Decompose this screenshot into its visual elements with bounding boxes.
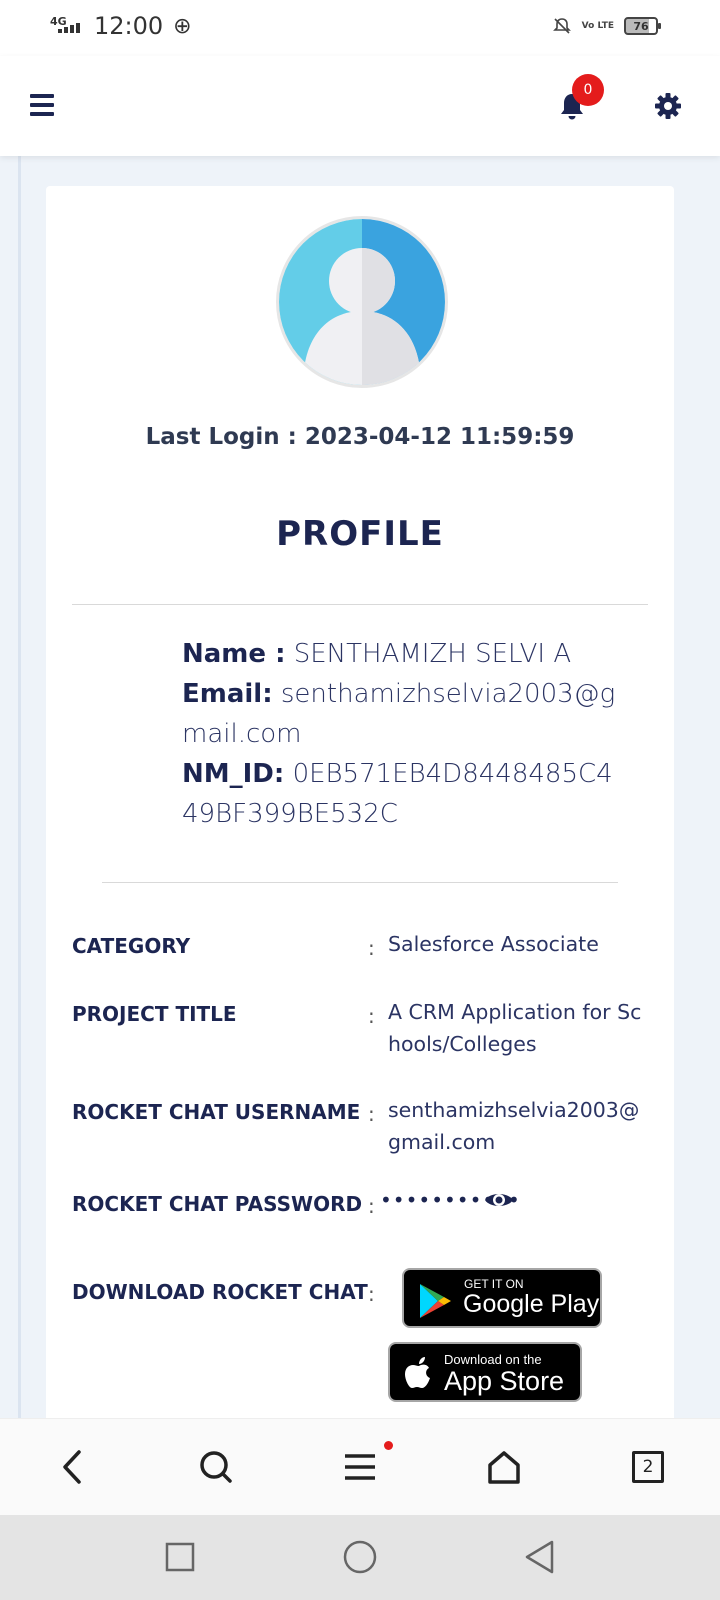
battery-icon: 76 [624, 17, 661, 35]
app-header: 0 [0, 56, 720, 156]
back-icon[interactable] [50, 1445, 94, 1489]
tabs-menu-icon[interactable] [338, 1445, 382, 1489]
tab-count: 2 [632, 1451, 664, 1483]
user-avatar-icon [279, 219, 445, 385]
browser-toolbar: 2 [0, 1418, 720, 1515]
profile-info: Name : SENTHAMIZH SELVI A Email: sentham… [182, 634, 622, 834]
notification-dot [384, 1441, 393, 1450]
signal-icon: 4G [50, 13, 84, 39]
status-left: 4G 12:00 ⊕ [50, 12, 192, 40]
app-store-small-text: Download on the [444, 1352, 542, 1367]
separator: : [368, 1102, 375, 1126]
search-icon[interactable] [194, 1445, 238, 1489]
google-play-button[interactable]: GET IT ON Google Play [402, 1268, 602, 1328]
home-circle-icon[interactable] [338, 1535, 382, 1579]
category-value: Salesforce Associate [388, 932, 599, 956]
name-label: Name : [182, 639, 286, 669]
system-nav-bar [0, 1515, 720, 1600]
main-content: Last Login : 2023-04-12 11:59:59 PROFILE… [0, 156, 720, 1418]
battery-level: 76 [633, 19, 649, 33]
divider [72, 604, 648, 605]
tab-count-button[interactable]: 2 [626, 1445, 670, 1489]
status-time: 12:00 [94, 12, 164, 40]
back-triangle-icon[interactable] [518, 1535, 562, 1579]
google-play-small-text: GET IT ON [464, 1277, 524, 1291]
google-play-big-text: Google Play [463, 1290, 600, 1318]
project-title-label: PROJECT TITLE [72, 1002, 237, 1026]
eye-icon[interactable] [484, 1188, 514, 1212]
name-value: SENTHAMIZH SELVI A [293, 639, 572, 669]
world-icon: ⊕ [173, 13, 192, 39]
apple-icon [405, 1357, 430, 1388]
separator: : [368, 936, 375, 960]
notification-badge[interactable]: 0 [572, 74, 604, 106]
google-play-icon [420, 1284, 451, 1318]
nmid-line: NM_ID: 0EB571EB4D8448485C449BF399BE532C [182, 754, 622, 834]
rocket-chat-username-label: ROCKET CHAT USERNAME [72, 1100, 361, 1124]
home-icon[interactable] [482, 1445, 526, 1489]
recent-apps-icon[interactable] [158, 1535, 202, 1579]
project-title-value: A CRM Application for Schools/Colleges [388, 1000, 642, 1056]
gear-icon[interactable] [654, 92, 682, 120]
status-right: Vo LTE 76 [552, 16, 661, 36]
mute-bell-icon [552, 18, 571, 34]
separator: : [368, 1004, 375, 1028]
nmid-label: NM_ID: [182, 759, 285, 789]
profile-card: Last Login : 2023-04-12 11:59:59 PROFILE… [46, 186, 674, 1418]
email-label: Email: [182, 679, 273, 709]
menu-icon[interactable] [30, 94, 54, 116]
avatar [276, 216, 448, 388]
rocket-chat-username-value: senthamizhselvia2003@gmail.com [388, 1098, 640, 1154]
divider [102, 882, 618, 883]
app-store-big-text: App Store [444, 1366, 565, 1396]
app-store-button[interactable]: Download on the App Store [388, 1342, 582, 1402]
name-line: Name : SENTHAMIZH SELVI A [182, 634, 622, 674]
download-rocket-chat-label: DOWNLOAD ROCKET CHAT [72, 1280, 368, 1304]
rocket-chat-password-label: ROCKET CHAT PASSWORD [72, 1192, 363, 1216]
category-label: CATEGORY [72, 934, 191, 958]
email-line: Email: senthamizhselvia2003@gmail.com [182, 674, 622, 754]
separator: : [368, 1282, 375, 1306]
status-bar: 4G 12:00 ⊕ Vo LTE 76 [0, 0, 720, 56]
separator: : [368, 1194, 375, 1218]
last-login-text: Last Login : 2023-04-12 11:59:59 [145, 424, 575, 450]
page-title: PROFILE [276, 514, 444, 554]
volte-icon: Vo LTE [581, 20, 614, 31]
